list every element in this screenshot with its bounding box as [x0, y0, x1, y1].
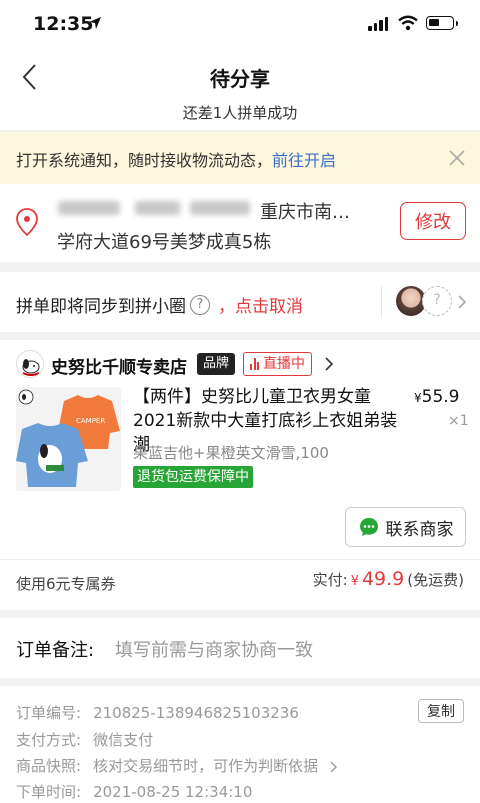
notification-banner: 打开系统通知，随时接收物流动态，前往开启: [0, 132, 480, 184]
divider: [0, 559, 480, 560]
paid-amount: 49.9: [361, 568, 405, 590]
payment-method-label: 支付方式:: [16, 731, 82, 749]
remark-input[interactable]: 填写前需与商家协商一致: [115, 636, 313, 662]
page-title: 待分享: [210, 67, 270, 91]
payment-method-value: 微信支付: [93, 731, 154, 749]
order-time-row: 下单时间: 2021-08-25 12:34:10: [16, 781, 252, 802]
shop-logo: [16, 350, 44, 378]
product-spec: 果蓝吉他+果橙英文滑雪,100: [133, 444, 329, 462]
order-number-row: 订单编号: 210825-138946825103236: [16, 702, 299, 723]
order-card: 史努比千顺专卖店 品牌 直播中 CAMPER 【两件】史努比儿童卫衣男女童202…: [0, 340, 480, 610]
contact-label: 联系商家: [385, 519, 454, 540]
help-icon[interactable]: ?: [190, 294, 210, 315]
live-badge[interactable]: 直播中: [243, 352, 312, 376]
page-subtitle: 还差1人拼单成功: [182, 104, 298, 122]
redacted-name: [58, 201, 120, 215]
copy-button[interactable]: 复制: [418, 699, 464, 723]
notice-message: 打开系统通知，随时接收物流动态，: [16, 151, 273, 170]
snapshot-value: 核对交易细节时，可作为判断依据: [93, 757, 319, 775]
chevron-right-icon[interactable]: [456, 294, 468, 310]
divider: [381, 286, 382, 318]
snapshot-label: 商品快照:: [16, 757, 82, 775]
edit-address-button[interactable]: 修改: [400, 202, 466, 240]
chevron-right-icon[interactable]: [324, 356, 334, 372]
nav-bar: 待分享 还差1人拼单成功: [0, 50, 480, 130]
location-pin-icon: [16, 208, 38, 237]
brand-badge: 品牌: [197, 353, 236, 375]
paid-currency: ¥: [350, 574, 359, 589]
order-time-label: 下单时间:: [16, 783, 82, 801]
payment-method-row: 支付方式: 微信支付: [16, 729, 153, 750]
order-info-section: 订单编号: 210825-138946825103236 复制 支付方式: 微信支付…: [0, 686, 480, 803]
cancel-sync-link[interactable]: ，点击取消: [218, 292, 303, 317]
close-icon[interactable]: [448, 149, 466, 167]
product-image[interactable]: CAMPER: [16, 387, 121, 491]
product-price: ¥55.9: [414, 387, 460, 407]
price-currency: ¥: [414, 391, 422, 405]
paid-total: 实付: ¥ 49.9 (免运费): [313, 568, 464, 590]
address-section[interactable]: 重庆市南… 学府大道69号美梦成真5栋 修改: [0, 184, 480, 262]
battery-icon: [426, 16, 458, 30]
order-remark-row[interactable]: 订单备注: 填写前需与商家协商一致: [0, 618, 480, 678]
paid-label: 实付:: [312, 571, 348, 589]
notice-text: 打开系统通知，随时接收物流动态，前往开启: [16, 147, 336, 171]
sync-text-row: 拼单即将同步到拼小圈 ? ，点击取消: [16, 292, 303, 317]
shipping-note: (免运费): [407, 571, 464, 589]
chevron-right-icon: [330, 761, 337, 772]
contact-seller-button[interactable]: 联系商家: [345, 507, 466, 547]
coupon-text[interactable]: 使用6元专属券: [16, 573, 116, 594]
order-number-label: 订单编号:: [16, 704, 82, 722]
address-city: 重庆市南…: [260, 202, 350, 223]
price-value: 55.9: [421, 387, 460, 407]
order-number-value: 210825-138946825103236: [93, 704, 299, 722]
order-detail-page: 12:35 待分享 还差1人拼单成功 打开系统通知，随时接收物流动态，前往开启: [0, 0, 480, 803]
chat-icon: [359, 518, 378, 536]
sync-circle-row: 拼单即将同步到拼小圈 ? ，点击取消 ?: [0, 272, 480, 332]
shop-name[interactable]: 史努比千顺专卖店: [51, 353, 187, 378]
redacted-phone-2: [190, 201, 250, 215]
wifi-icon: [398, 15, 418, 31]
snapshot-row[interactable]: 商品快照: 核对交易细节时，可作为判断依据: [16, 755, 339, 776]
enable-notification-link[interactable]: 前往开启: [272, 151, 336, 170]
empty-avatar-slot: ?: [422, 286, 452, 316]
live-icon: [250, 358, 259, 370]
remark-label: 订单备注:: [16, 640, 95, 661]
redacted-phone: [135, 201, 180, 215]
svg-text:CAMPER: CAMPER: [76, 417, 105, 425]
location-arrow-icon: [89, 17, 101, 29]
guarantee-badge[interactable]: 退货包运费保障中: [133, 466, 253, 488]
status-bar: 12:35: [0, 0, 480, 50]
cellular-signal-icon: [368, 17, 388, 31]
status-time: 12:35: [33, 13, 94, 35]
live-label: 直播中: [263, 355, 305, 372]
product-quantity: ×1: [448, 413, 469, 429]
order-time-value: 2021-08-25 12:34:10: [93, 783, 253, 801]
address-street: 学府大道69号美梦成真5栋: [57, 232, 272, 253]
sync-label: 拼单即将同步到拼小圈: [16, 297, 186, 317]
